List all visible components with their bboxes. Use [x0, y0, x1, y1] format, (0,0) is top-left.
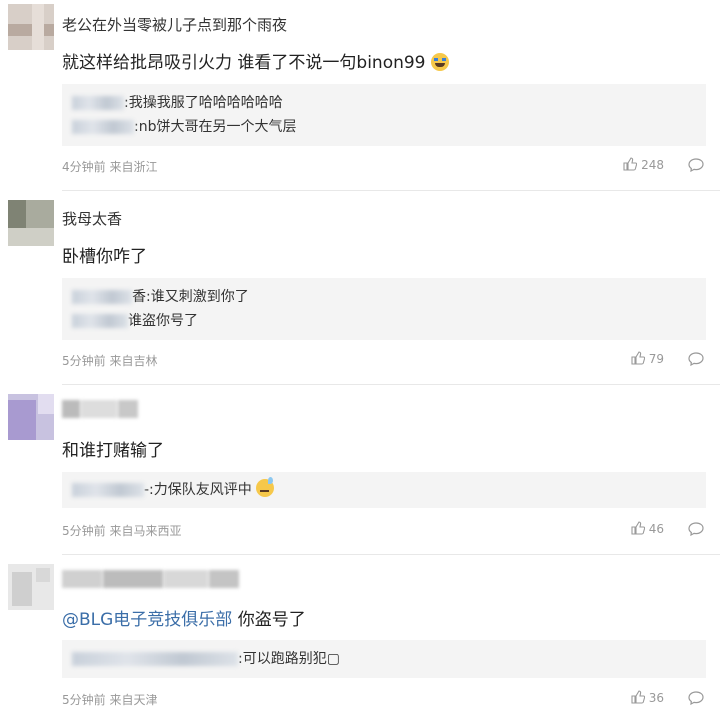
comment-icon[interactable] — [688, 158, 704, 172]
reply-item[interactable]: 香:谁又刺激到你了 — [72, 286, 249, 306]
divider — [62, 554, 720, 555]
reply-box[interactable]: 香:谁又刺激到你了 谁盗你号了 — [62, 278, 706, 340]
blurred-username — [72, 120, 134, 134]
reply-item[interactable]: :我操我服了哈哈哈哈哈哈 — [72, 92, 283, 112]
comment-icon[interactable] — [688, 522, 704, 536]
comment-meta: 5分钟前 来自吉林 — [62, 354, 158, 368]
thumbs-up-icon — [631, 351, 645, 365]
reply-item[interactable]: 谁盗你号了 — [72, 310, 198, 330]
avatar[interactable] — [8, 4, 54, 50]
reply-text: :nb饼大哥在另一个大气层 — [134, 119, 297, 135]
like-count: 248 — [641, 158, 664, 172]
like-button[interactable]: 248 — [623, 157, 664, 172]
blurred-author-name[interactable] — [62, 570, 240, 588]
blurred-username — [72, 483, 144, 497]
comment-text-content: 就这样给批昂吸引火力 谁看了不说一句binon99 — [62, 53, 426, 73]
mention-link[interactable]: @BLG电子竞技俱乐部 — [62, 610, 232, 630]
blurred-username — [72, 652, 238, 666]
comment-meta: 4分钟前 来自浙江 — [62, 160, 158, 174]
divider — [62, 190, 720, 191]
comment-text: @BLG电子竞技俱乐部 你盗号了 — [62, 605, 306, 630]
comment-text: 卧槽你咋了 — [62, 247, 147, 267]
divider — [62, 384, 720, 385]
comment-icon[interactable] — [688, 691, 704, 705]
like-count: 36 — [648, 691, 664, 705]
comment-meta: 5分钟前 来自天津 — [62, 693, 158, 707]
comment-author[interactable]: 老公在外当零被儿子点到那个雨夜 — [62, 14, 287, 35]
thumbs-up-icon — [623, 157, 638, 171]
comment-text: 就这样给批昂吸引火力 谁看了不说一句binon99 — [62, 48, 449, 73]
reply-box[interactable]: :我操我服了哈哈哈哈哈哈 :nb饼大哥在另一个大气层 — [62, 84, 706, 146]
blurred-username — [72, 314, 128, 328]
sweat-smile-icon — [256, 477, 275, 497]
like-button[interactable]: 36 — [631, 690, 664, 705]
like-count: 79 — [648, 352, 664, 366]
blurred-username — [72, 290, 132, 304]
comment-icon[interactable] — [688, 352, 704, 366]
reply-item[interactable]: -:力保队友风评中 — [72, 477, 275, 499]
reply-item[interactable]: :nb饼大哥在另一个大气层 — [72, 116, 296, 136]
reply-item[interactable]: :可以跑路别犯▢ — [72, 648, 340, 668]
comment-meta: 5分钟前 来自马来西亚 — [62, 524, 182, 538]
avatar[interactable] — [8, 394, 54, 440]
crying-face-icon — [430, 53, 449, 71]
comment-author[interactable]: 我母太香 — [62, 208, 122, 229]
reply-text: 香:谁又刺激到你了 — [132, 289, 249, 305]
reply-text: -:力保队友风评中 — [144, 482, 252, 498]
like-button[interactable]: 46 — [631, 521, 664, 536]
like-button[interactable]: 79 — [631, 351, 664, 366]
reply-box[interactable]: -:力保队友风评中 — [62, 472, 706, 508]
avatar[interactable] — [8, 564, 54, 610]
like-count: 46 — [648, 522, 664, 536]
thumbs-up-icon — [631, 521, 645, 535]
reply-text: :可以跑路别犯▢ — [238, 651, 340, 667]
avatar[interactable] — [8, 200, 54, 246]
comment-text-content: 你盗号了 — [232, 610, 306, 630]
reply-text: :我操我服了哈哈哈哈哈哈 — [124, 95, 283, 111]
comment-text: 和谁打赌输了 — [62, 441, 164, 461]
reply-text: 谁盗你号了 — [128, 313, 198, 329]
blurred-author-name[interactable] — [62, 400, 139, 418]
thumbs-up-icon — [631, 690, 645, 704]
blurred-username — [72, 96, 124, 110]
reply-box[interactable]: :可以跑路别犯▢ — [62, 640, 706, 678]
